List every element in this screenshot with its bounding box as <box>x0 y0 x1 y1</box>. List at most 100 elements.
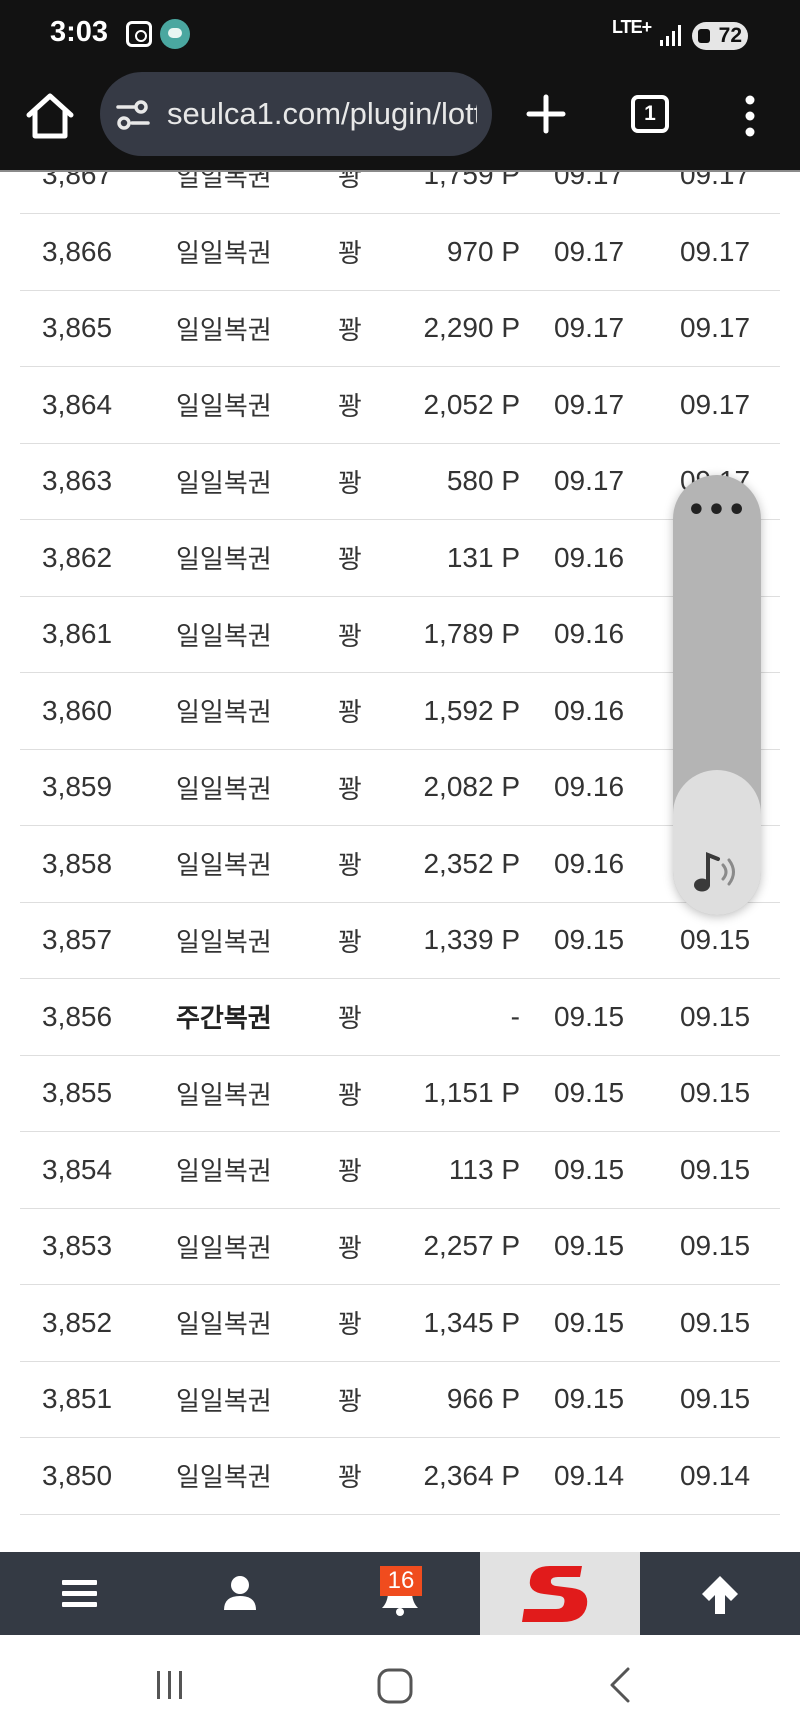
recent-apps-icon[interactable] <box>150 1665 190 1705</box>
table-row[interactable]: 3,867 일일복권 꽝 1,759 P 09.17 09.17 <box>20 172 780 214</box>
lottery-type: 일일복권 <box>170 443 305 520</box>
draw-date: 09.16 <box>520 749 650 826</box>
table-row[interactable]: 3,866 일일복권 꽝 970 P 09.17 09.17 <box>20 213 780 291</box>
site-bottom-nav: 16 <box>0 1552 800 1635</box>
lottery-type: 일일복권 <box>170 902 305 979</box>
row-number: 3,864 <box>20 366 170 444</box>
url-bar[interactable]: seulca1.com/plugin/lotto <box>100 72 492 156</box>
result-rank: 꽝 <box>305 1208 395 1285</box>
point-amount: 1,339 P <box>395 902 520 979</box>
result-rank: 꽝 <box>305 596 395 673</box>
result-rank: 꽝 <box>305 1284 395 1362</box>
music-note-icon[interactable] <box>691 845 743 897</box>
back-icon[interactable] <box>602 1665 642 1705</box>
point-amount: 1,592 P <box>395 672 520 750</box>
table-row[interactable]: 3,853 일일복권 꽝 2,257 P 09.15 09.15 <box>20 1208 780 1285</box>
lottery-type: 일일복권 <box>170 519 305 597</box>
table-row[interactable]: 3,858일일복권꽝2,352 P09.1609.16 <box>20 825 780 903</box>
table-row[interactable]: 3,852 일일복권 꽝 1,345 P 09.15 09.15 <box>20 1284 780 1362</box>
arrow-up-icon <box>702 1576 738 1614</box>
draw-date: 09.15 <box>520 1055 650 1132</box>
point-amount: 2,257 P <box>395 1208 520 1285</box>
result-rank: 꽝 <box>305 213 395 291</box>
draw-date: 09.17 <box>520 213 650 291</box>
kebab-menu-icon[interactable] <box>740 94 760 138</box>
lottery-type: 일일복권 <box>170 366 305 444</box>
draw-date: 09.16 <box>520 596 650 673</box>
draw-date: 09.15 <box>520 1284 650 1362</box>
result-rank: 꽝 <box>305 749 395 826</box>
table-row[interactable]: 3,862일일복권꽝131 P09.1609.16 <box>20 519 780 597</box>
more-icon[interactable]: ••• <box>673 475 761 561</box>
point-amount: 113 P <box>395 1131 520 1209</box>
table-row[interactable]: 3,851 일일복권 꽝 966 P 09.15 09.15 <box>20 1361 780 1438</box>
table-row[interactable]: 3,861일일복권꽝1,789 P09.1609.16 <box>20 596 780 673</box>
table-row[interactable]: 3,855 일일복권 꽝 1,151 P 09.15 09.15 <box>20 1055 780 1132</box>
result-date: 09.14 <box>650 1437 780 1515</box>
nav-logo-button[interactable] <box>480 1552 640 1635</box>
result-date: 09.17 <box>650 366 780 444</box>
table-row[interactable]: 3,859일일복권꽝2,082 P09.1609.16 <box>20 749 780 826</box>
site-settings-icon[interactable] <box>116 98 150 132</box>
result-date: 09.15 <box>650 1284 780 1362</box>
row-number: 3,855 <box>20 1055 170 1132</box>
row-number: 3,854 <box>20 1131 170 1209</box>
table-row[interactable]: 3,850 일일복권 꽝 2,364 P 09.14 09.14 <box>20 1437 780 1515</box>
point-amount: 2,352 P <box>395 825 520 903</box>
home-icon[interactable] <box>24 90 76 142</box>
row-number: 3,861 <box>20 596 170 673</box>
row-number: 3,862 <box>20 519 170 597</box>
battery-icon: 72 <box>692 22 748 50</box>
lottery-history-table: 3,867 일일복권 꽝 1,759 P 09.17 09.17 3,866 일일복권 꽝 970… <box>20 172 780 1515</box>
row-number: 3,852 <box>20 1284 170 1362</box>
table-row[interactable]: 3,854 일일복권 꽝 113 P 09.15 09.15 <box>20 1131 780 1209</box>
plus-icon[interactable] <box>526 94 566 134</box>
lottery-type: 일일복권 <box>170 172 305 214</box>
lottery-type: 일일복권 <box>170 1131 305 1209</box>
draw-date: 09.16 <box>520 672 650 750</box>
point-amount: 970 P <box>395 213 520 291</box>
table-row[interactable]: 3,865 일일복권 꽝 2,290 P 09.17 09.17 <box>20 290 780 367</box>
table-row[interactable]: 3,856 주간복권 꽝 -09.15 09.15 <box>20 978 780 1056</box>
row-number: 3,856 <box>20 978 170 1056</box>
result-rank: 꽝 <box>305 1361 395 1438</box>
draw-date: 09.15 <box>520 1361 650 1438</box>
result-rank: 꽝 <box>305 443 395 520</box>
result-rank: 꽝 <box>305 672 395 750</box>
result-rank: 꽝 <box>305 519 395 597</box>
lottery-type: 일일복권 <box>170 290 305 367</box>
draw-date: 09.17 <box>520 290 650 367</box>
status-bar: 3:03 LTE+ 72 <box>0 0 800 68</box>
point-amount: 2,364 P <box>395 1437 520 1515</box>
tab-switcher-button[interactable]: 1 <box>631 95 669 133</box>
row-number: 3,853 <box>20 1208 170 1285</box>
user-icon <box>224 1576 256 1610</box>
point-amount: - <box>395 978 520 1056</box>
nav-profile-button[interactable] <box>160 1552 320 1635</box>
table-row[interactable]: 3,860일일복권꽝1,592 P09.1609.16 <box>20 672 780 750</box>
notification-count-badge: 16 <box>380 1566 422 1596</box>
result-rank: 꽝 <box>305 825 395 903</box>
row-number: 3,857 <box>20 902 170 979</box>
volume-panel[interactable]: ••• <box>673 475 761 915</box>
draw-date: 09.17 <box>520 172 650 214</box>
row-number: 3,858 <box>20 825 170 903</box>
network-type: LTE+ <box>612 17 652 37</box>
point-amount: 1,345 P <box>395 1284 520 1362</box>
nav-menu-button[interactable] <box>0 1552 160 1635</box>
draw-date: 09.16 <box>520 519 650 597</box>
home-circle-icon[interactable] <box>374 1665 418 1709</box>
table-row[interactable]: 3,863일일복권꽝580 P09.1709.17 <box>20 443 780 520</box>
row-number: 3,867 <box>20 172 170 214</box>
result-date: 09.15 <box>650 1208 780 1285</box>
point-amount: 1,151 P <box>395 1055 520 1132</box>
table-row[interactable]: 3,857 일일복권 꽝 1,339 P 09.15 09.15 <box>20 902 780 979</box>
point-amount: 2,290 P <box>395 290 520 367</box>
lottery-type: 일일복권 <box>170 1055 305 1132</box>
table-row[interactable]: 3,864 일일복권 꽝 2,052 P 09.17 09.17 <box>20 366 780 444</box>
nav-scroll-top-button[interactable] <box>640 1552 800 1635</box>
status-time: 3:03 <box>50 16 109 48</box>
url-text[interactable]: seulca1.com/plugin/lotto <box>167 72 477 156</box>
result-date: 09.15 <box>650 978 780 1056</box>
row-number: 3,851 <box>20 1361 170 1438</box>
